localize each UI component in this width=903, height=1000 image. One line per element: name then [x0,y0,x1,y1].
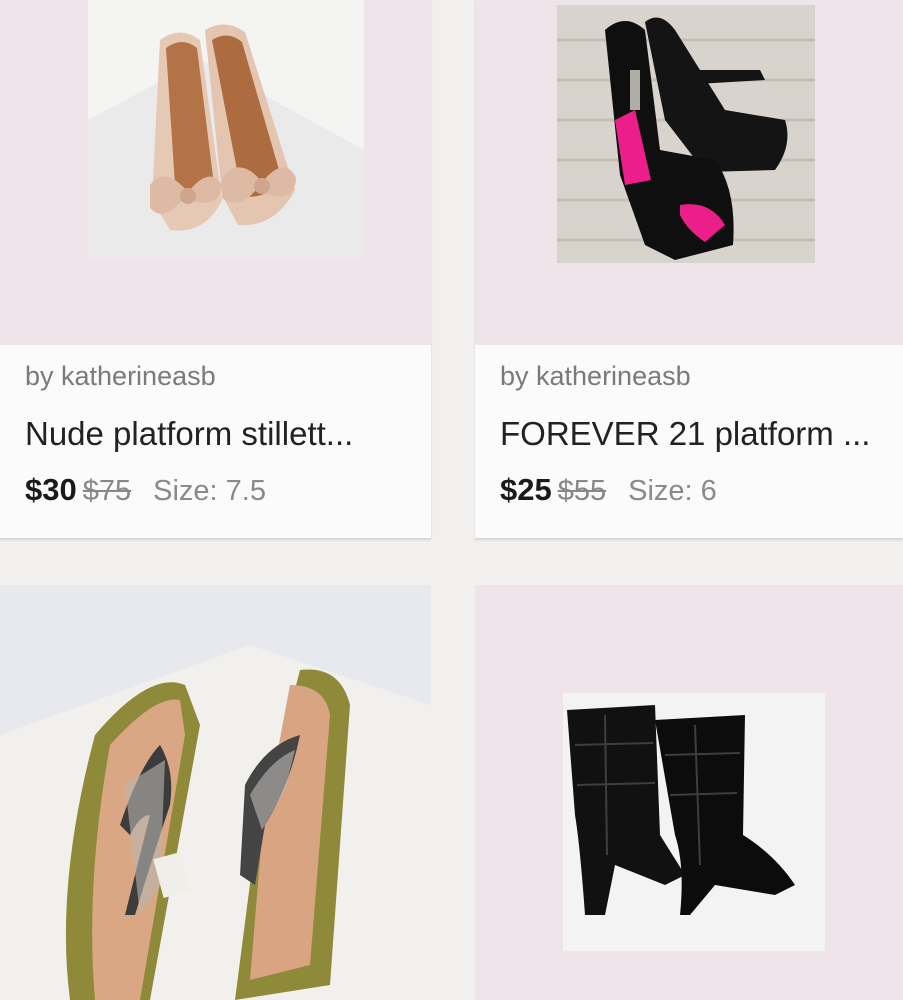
jeweled-thong-wedge-sandals-image [0,585,431,1000]
price-row: $25 $55 Size: 6 [500,472,717,508]
seller-name[interactable]: by katherineasb [500,361,691,392]
black-croc-heeled-boots-image [475,585,903,1000]
listing-info[interactable]: by katherineasb Nude platform stillett..… [0,345,431,538]
listing-card[interactable] [475,585,903,1000]
listing-price: $25 [500,472,552,507]
listing-size: Size: 7.5 [153,475,266,507]
listing-image[interactable] [475,585,903,1000]
black-pink-peeptoe-heels-image [475,0,903,345]
listing-card[interactable] [0,585,431,1000]
listing-price: $30 [25,472,77,507]
listing-info[interactable]: by katherineasb FOREVER 21 platform ... … [475,345,903,538]
nude-bow-platform-heels-image [0,0,431,345]
original-price: $75 [82,475,132,507]
seller-name[interactable]: by katherineasb [25,361,216,392]
listing-image[interactable] [475,0,903,345]
original-price: $55 [557,475,607,507]
listing-title[interactable]: Nude platform stillett... [25,415,411,453]
listing-size: Size: 6 [628,475,717,507]
listing-image[interactable] [0,585,431,1000]
listing-title[interactable]: FOREVER 21 platform ... [500,415,883,453]
listing-image[interactable] [0,0,431,345]
listing-card[interactable]: by katherineasb Nude platform stillett..… [0,0,431,538]
listing-card[interactable]: by katherineasb FOREVER 21 platform ... … [475,0,903,538]
price-row: $30 $75 Size: 7.5 [25,472,266,508]
